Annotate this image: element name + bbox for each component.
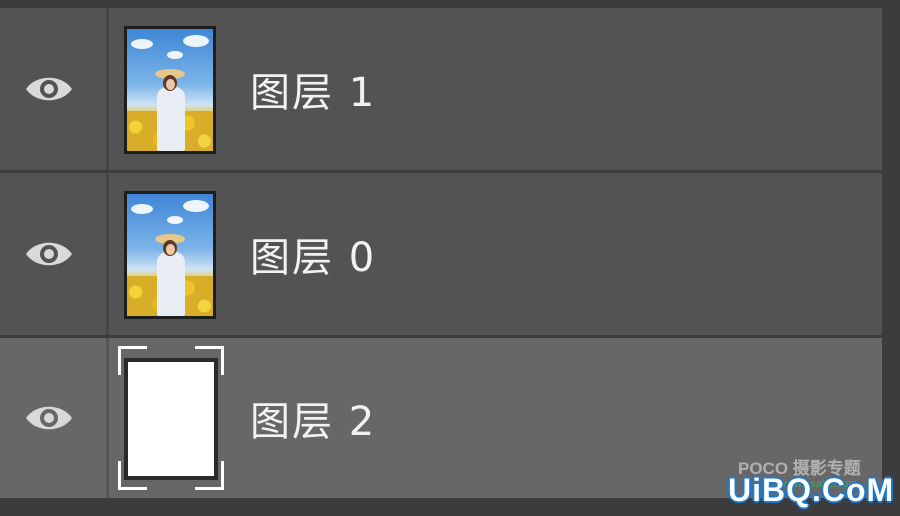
layer-row-layer-1[interactable]: 图层 1 <box>0 8 882 170</box>
layer-row-layer-0[interactable]: 图层 0 <box>0 173 882 335</box>
layer-name[interactable]: 图层 2 <box>250 389 376 447</box>
photo-thumbnail <box>127 29 213 151</box>
eye-icon[interactable] <box>24 237 74 271</box>
watermark-site: UiBQ.CoM <box>728 472 895 508</box>
visibility-toggle[interactable] <box>0 173 109 335</box>
layers-panel: 图层 1 图层 0 图层 2 POCO 摄影专题 www.psahz.com U… <box>0 0 900 516</box>
eye-icon[interactable] <box>24 401 74 435</box>
photo-thumbnail <box>127 194 213 316</box>
visibility-toggle[interactable] <box>0 8 109 170</box>
layer-name[interactable]: 图层 1 <box>250 60 376 118</box>
layer-thumbnail-selected[interactable] <box>118 346 224 490</box>
white-fill-thumbnail <box>124 358 218 480</box>
eye-icon[interactable] <box>24 72 74 106</box>
layer-thumbnail[interactable] <box>124 191 216 319</box>
layer-thumbnail[interactable] <box>124 26 216 154</box>
visibility-toggle[interactable] <box>0 338 109 498</box>
layer-name[interactable]: 图层 0 <box>250 225 376 283</box>
